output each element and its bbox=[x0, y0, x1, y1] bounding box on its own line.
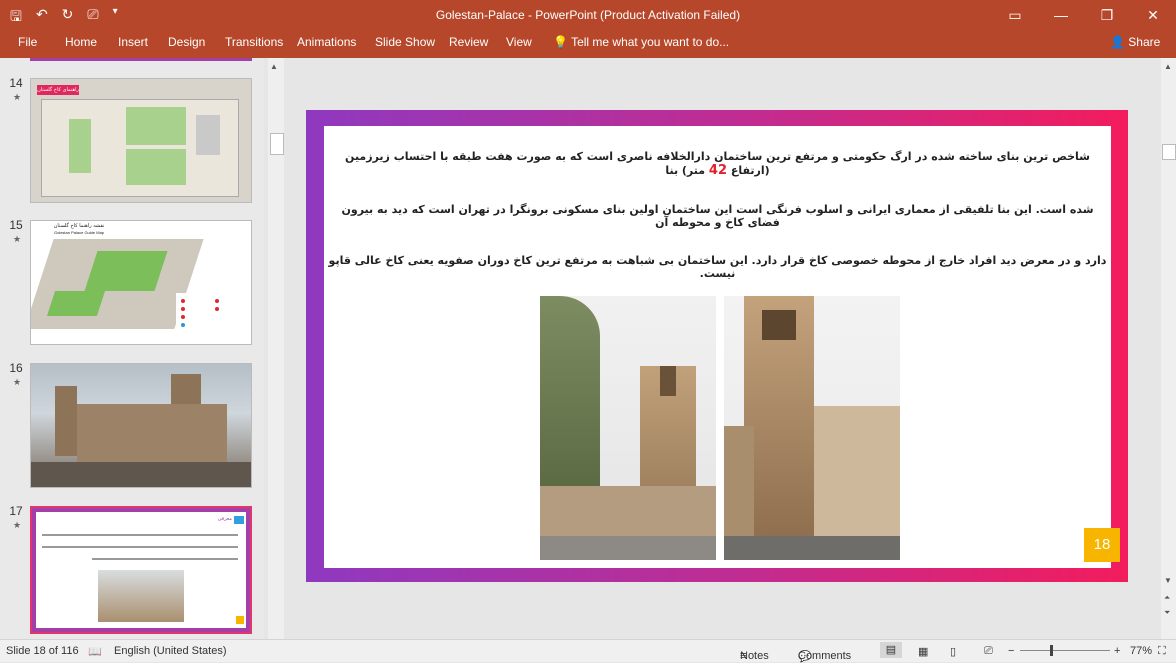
tell-me-search[interactable]: 💡 Tell me what you want to do... bbox=[553, 35, 729, 49]
thumb-title-badge: راهنمای کاخ گلستان bbox=[37, 85, 79, 95]
zoom-slider[interactable] bbox=[1020, 650, 1110, 651]
thumb-map-subtitle: Golestan Palace Guide Map bbox=[53, 230, 105, 235]
slide-content: شاخص ترین بنای ساخته شده در ارگ حکومتی و… bbox=[324, 126, 1120, 568]
next-slide-icon[interactable]: ⏷ bbox=[1164, 608, 1170, 618]
transition-star-icon: ★ bbox=[13, 234, 22, 244]
thumb-number: 15 bbox=[9, 218, 23, 232]
thumb-number: 16 bbox=[9, 361, 23, 375]
maximize-icon[interactable]: ❐ bbox=[1084, 0, 1130, 30]
tab-insert[interactable]: Insert bbox=[118, 35, 148, 49]
scroll-thumb[interactable] bbox=[270, 133, 284, 155]
thumb-heading: معرفی bbox=[217, 516, 232, 522]
transition-star-icon: ★ bbox=[13, 92, 22, 102]
thumb-number: 14 bbox=[9, 76, 23, 90]
height-highlight: 42 bbox=[708, 163, 728, 178]
palace-photo-right bbox=[724, 296, 900, 560]
tab-animations[interactable]: Animations bbox=[297, 35, 356, 49]
slide-thumbnail-panel: 14 ★ راهنمای کاخ گلستان 15 ★ نقشه راهنما… bbox=[0, 58, 264, 639]
zoom-out-icon[interactable]: − bbox=[1008, 645, 1014, 657]
tab-design[interactable]: Design bbox=[168, 35, 205, 49]
share-button[interactable]: 👤 Share bbox=[1110, 35, 1160, 49]
tab-home[interactable]: Home bbox=[65, 35, 97, 49]
previous-slide-icon[interactable]: ⏶ bbox=[1164, 593, 1170, 603]
slide-counter: Slide 18 of 116 bbox=[6, 645, 79, 657]
thumb-map-title: نقشه راهنما کاخ گلستان bbox=[53, 223, 105, 229]
zoom-level[interactable]: 77% bbox=[1130, 645, 1152, 657]
slide-thumbnail-14[interactable]: راهنمای کاخ گلستان bbox=[30, 78, 252, 203]
slide-thumbnail-15[interactable]: نقشه راهنما کاخ گلستان Golestan Palace G… bbox=[30, 220, 252, 345]
scroll-down-icon[interactable]: ▼ bbox=[1164, 576, 1172, 585]
slide-page-number: 18 bbox=[1084, 528, 1120, 562]
transition-star-icon: ★ bbox=[13, 520, 22, 530]
slide-paragraph-line-3: دارد و در معرض دید افراد خارج از محوطه خ… bbox=[328, 254, 1107, 280]
person-icon: 👤 bbox=[1110, 35, 1129, 49]
tab-view[interactable]: View bbox=[506, 35, 532, 49]
slide-paragraph-line-1: شاخص ترین بنای ساخته شده در ارگ حکومتی و… bbox=[345, 150, 1090, 178]
slide-thumbnail-17[interactable]: معرفی bbox=[30, 506, 252, 634]
tab-file[interactable]: File bbox=[18, 35, 37, 49]
current-slide: شاخص ترین بنای ساخته شده در ارگ حکومتی و… bbox=[306, 110, 1128, 582]
scroll-up-icon[interactable]: ▲ bbox=[270, 62, 278, 71]
normal-view-icon[interactable]: ▤ bbox=[880, 642, 902, 658]
tab-transitions[interactable]: Transitions bbox=[225, 35, 283, 49]
slide-sorter-icon[interactable]: ▦ bbox=[918, 645, 928, 658]
close-icon[interactable]: ✕ bbox=[1130, 0, 1176, 30]
reading-view-icon[interactable]: ▯ bbox=[950, 645, 956, 658]
title-bar: 🖫 ↶ ↻ ⎚ ▾ Golestan-Palace - PowerPoint (… bbox=[0, 0, 1176, 30]
tab-review[interactable]: Review bbox=[449, 35, 488, 49]
zoom-in-icon[interactable]: + bbox=[1114, 645, 1120, 657]
thumbnail-scrollbar[interactable]: ▲ bbox=[268, 58, 284, 639]
tab-slide-show[interactable]: Slide Show bbox=[375, 35, 435, 49]
ribbon-tabs: File Home Insert Design Transitions Anim… bbox=[0, 30, 1176, 58]
spellcheck-icon[interactable]: 📖 bbox=[88, 645, 102, 658]
scroll-thumb[interactable] bbox=[1162, 144, 1176, 160]
transition-star-icon: ★ bbox=[13, 377, 22, 387]
fit-slide-icon[interactable]: ⛶ bbox=[1158, 645, 1166, 658]
lightbulb-icon: 💡 bbox=[553, 35, 572, 49]
palace-photo-left bbox=[540, 296, 716, 560]
editor-scrollbar[interactable]: ▲ ▼ ⏶ ⏷ bbox=[1161, 58, 1176, 639]
thumb-number: 17 bbox=[9, 504, 23, 518]
previous-thumb-edge bbox=[30, 58, 252, 61]
scroll-up-icon[interactable]: ▲ bbox=[1164, 62, 1172, 71]
language-indicator[interactable]: English (United States) bbox=[114, 645, 227, 657]
slide-edit-area: شاخص ترین بنای ساخته شده در ارگ حکومتی و… bbox=[288, 58, 1161, 639]
slide-thumbnail-16[interactable] bbox=[30, 363, 252, 488]
ribbon-display-icon[interactable]: ▭ bbox=[992, 0, 1038, 30]
zoom-slider-thumb[interactable] bbox=[1050, 645, 1053, 656]
slide-paragraph-line-2: شده است. این بنا تلفیقی از معماری ایرانی… bbox=[341, 203, 1094, 229]
minimize-icon[interactable]: — bbox=[1038, 0, 1084, 30]
status-bar: Slide 18 of 116 📖 English (United States… bbox=[0, 639, 1176, 663]
slideshow-view-icon[interactable]: ⎚ bbox=[984, 645, 993, 658]
